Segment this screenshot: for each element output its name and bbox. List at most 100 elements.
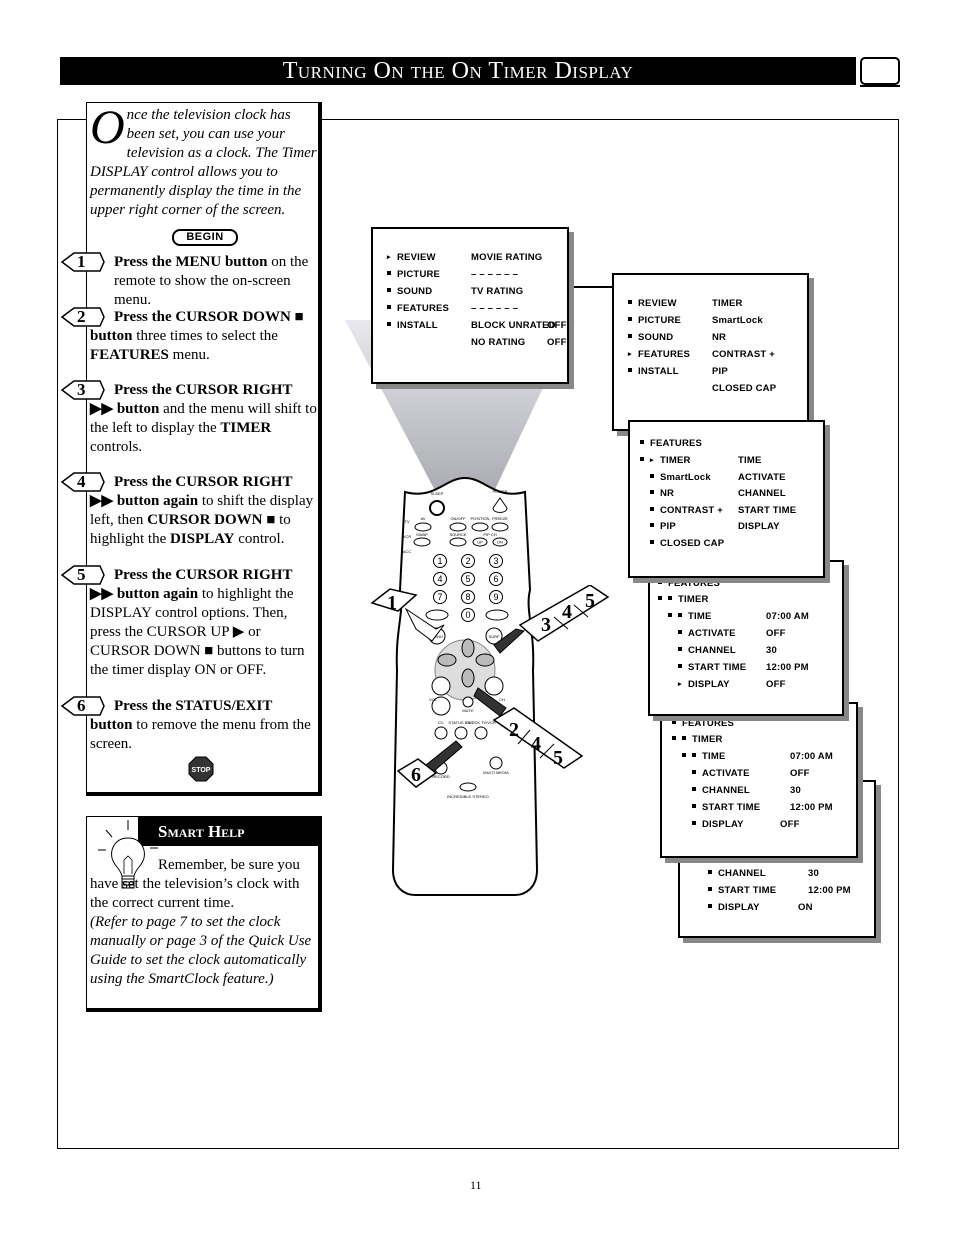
timer-setting[interactable]: ACTIVATE <box>692 768 750 779</box>
bullet-icon <box>628 317 632 321</box>
begin-badge: BEGIN <box>172 229 238 246</box>
position-button <box>471 522 489 532</box>
menu-item-0[interactable]: REVIEW <box>628 298 677 309</box>
freeze-button <box>491 522 509 532</box>
step-number-badge: 1 <box>60 252 105 272</box>
timer-setting[interactable]: CHANNEL <box>692 785 750 796</box>
timer-setting[interactable]: ACTIVATE <box>678 628 736 639</box>
menu-item-label: SOUND <box>638 332 674 343</box>
cursor-icon: ▸ <box>678 681 682 688</box>
digit-label: 8 <box>465 592 470 602</box>
menu-screen-timer: FEATURES ▸ TIMER SmartLock NR CONTRAST + PIP CL… <box>628 420 825 578</box>
menu-header[interactable]: FEATURES <box>672 718 734 729</box>
timer-setting-value: 30 <box>766 645 777 656</box>
timer-setting[interactable]: TIME <box>682 751 726 762</box>
timer-option: ACTIVATE <box>738 471 786 483</box>
bullet-icon <box>650 473 654 478</box>
menu-item-label: SmartLock <box>660 471 711 483</box>
timer-setting-value: OFF <box>790 768 810 779</box>
timer-option: START TIME <box>738 504 797 516</box>
menu-item-label: FEATURES <box>668 578 721 589</box>
bullet-icon <box>692 787 696 791</box>
sleep-button <box>429 500 445 516</box>
step-6: 6 Press the STATUS/EXIT button to remove… <box>60 696 318 754</box>
menu-item-3[interactable]: FEATURES <box>387 303 449 314</box>
bullet-icon <box>692 770 696 774</box>
menu-item-label: TIME <box>702 751 726 762</box>
svg-text:5: 5 <box>585 590 595 612</box>
av-button <box>414 522 432 532</box>
svg-text:SOURCE: SOURCE <box>449 532 466 537</box>
bullet-icon <box>640 457 644 461</box>
menu-subheader[interactable]: TIMER <box>672 734 723 745</box>
menu-item-label: INSTALL <box>638 366 679 377</box>
digit-label: 0 <box>465 610 470 620</box>
bullet-icon <box>692 753 696 757</box>
menu-item-4[interactable]: INSTALL <box>628 366 679 377</box>
title-bar: Turning On the On Timer Display <box>60 57 856 85</box>
timer-setting[interactable]: CHANNEL <box>708 868 766 879</box>
timer-setting-value: 30 <box>808 868 819 879</box>
menu-item-label: TIMER <box>692 734 723 745</box>
menu-option: TV RATING <box>471 286 524 297</box>
cursor-up-button <box>461 638 475 658</box>
menu-subheader[interactable]: TIMER <box>658 594 709 605</box>
step-5: 5 Press the CURSOR RIGHT ▶▶ button again… <box>60 565 318 680</box>
menu-item-label: CONTRAST + <box>660 504 723 516</box>
timer-setting-value: 30 <box>790 785 801 796</box>
timer-setting[interactable]: DISPLAY <box>692 819 744 830</box>
menu-item-4[interactable]: PIP <box>650 521 676 532</box>
menu-item-1[interactable]: PICTURE <box>628 315 681 326</box>
menu-screen-features: REVIEW PICTURE SOUND ▸ FEATURES INSTALL TIMER… <box>612 273 809 431</box>
bullet-icon <box>678 630 682 634</box>
svg-text:UP: UP <box>477 540 483 545</box>
menu-item-label: FEATURES <box>650 438 703 449</box>
menu-header[interactable]: FEATURES <box>640 438 702 449</box>
timer-setting[interactable]: ▸ DISPLAY <box>678 679 730 690</box>
svg-text:INCREDIBLE STEREO: INCREDIBLE STEREO <box>447 794 489 799</box>
page-number: 11 <box>470 1178 482 1192</box>
bullet-icon <box>650 539 654 544</box>
timer-setting[interactable]: TIME <box>668 611 712 622</box>
timer-setting[interactable]: START TIME <box>708 885 776 896</box>
menu-item-label: ACTIVATE <box>702 768 750 779</box>
smart-help-title: Smart Help <box>158 822 245 841</box>
timer-setting[interactable]: START TIME <box>678 662 746 673</box>
menu-item-2[interactable]: NR <box>650 488 674 499</box>
menu-item-label: DISPLAY <box>718 902 760 913</box>
menu-item-3[interactable]: CONTRAST + <box>650 505 723 516</box>
callout-step-1: 1 <box>370 588 445 642</box>
menu-item-label: FEATURES <box>638 349 691 360</box>
menu-screen-main: ▸ REVIEW PICTURE SOUND FEATURES INSTALL MOVIE… <box>371 227 569 384</box>
menu-item-5[interactable]: CLOSED CAP <box>650 538 724 549</box>
svg-text:AV: AV <box>420 516 425 521</box>
menu-item-2[interactable]: SOUND <box>387 286 432 297</box>
timer-setting[interactable]: START TIME <box>692 802 760 813</box>
svg-text:4: 4 <box>531 733 541 755</box>
bullet-icon <box>387 271 391 275</box>
svg-text:SWAP: SWAP <box>416 532 428 537</box>
menu-item-1[interactable]: PICTURE <box>387 269 440 280</box>
menu-item-label: REVIEW <box>397 252 436 263</box>
cursor-icon: ▸ <box>650 457 654 464</box>
timer-option: TIME <box>738 455 762 466</box>
menu-item-0[interactable]: ▸ TIMER <box>640 455 691 466</box>
menu-item-0[interactable]: ▸ REVIEW <box>387 252 436 263</box>
timer-setting[interactable]: CHANNEL <box>678 645 736 656</box>
svg-text:VOL: VOL <box>429 697 438 702</box>
bullet-icon <box>678 647 682 651</box>
svg-text:DN: DN <box>497 540 503 545</box>
menu-item-3[interactable]: ▸ FEATURES <box>628 349 690 360</box>
bullet-icon <box>640 440 644 444</box>
digit-label: 2 <box>465 556 470 566</box>
menu-item-4[interactable]: INSTALL <box>387 320 438 331</box>
timer-setting-value: 12:00 PM <box>808 885 851 896</box>
timer-setting[interactable]: DISPLAY <box>708 902 760 913</box>
bullet-icon <box>678 613 682 617</box>
bullet-icon <box>672 720 676 724</box>
menu-item-label: INSTALL <box>397 320 438 331</box>
menu-header[interactable]: FEATURES <box>658 578 720 589</box>
menu-item-2[interactable]: SOUND <box>628 332 673 343</box>
menu-item-1[interactable]: SmartLock <box>650 472 711 483</box>
bullet-icon <box>692 821 696 825</box>
